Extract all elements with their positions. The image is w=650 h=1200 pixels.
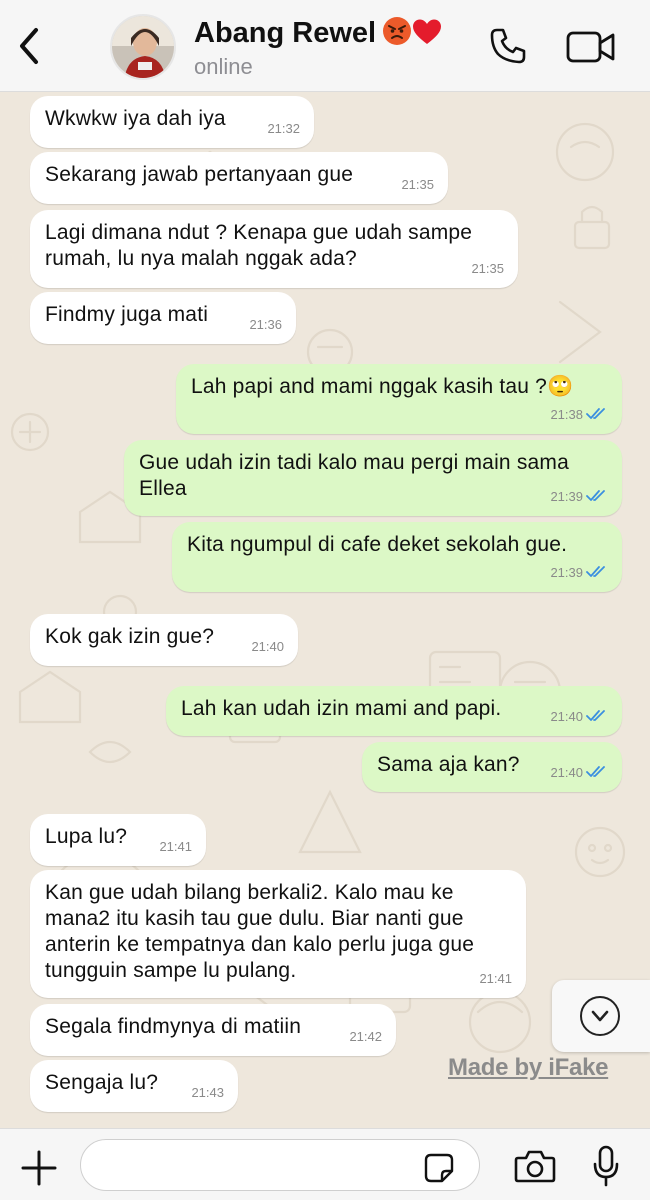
message-text: Lah papi and mami nggak kasih tau ?🙄: [191, 375, 574, 398]
message-meta: 21:40: [550, 704, 608, 730]
video-call-button[interactable]: [566, 30, 616, 64]
message-bubble-incoming[interactable]: Kok gak izin gue? 21:40: [30, 614, 298, 666]
microphone-button[interactable]: [592, 1145, 620, 1187]
message-text: Findmy juga mati: [45, 303, 209, 326]
watermark: Made by iFake: [448, 1054, 609, 1081]
video-camera-icon: [566, 31, 615, 63]
message-input[interactable]: [80, 1139, 480, 1191]
contact-avatar[interactable]: [110, 14, 176, 80]
microphone-icon: [593, 1145, 619, 1187]
chat-messages-area[interactable]: Wkwkw iya dah iya 21:32 Sekarang jawab p…: [0, 92, 650, 1128]
message-time: 21:42: [349, 1029, 382, 1044]
message-text: Sama aja kan?: [377, 753, 520, 776]
message-text: Wkwkw iya dah iya: [45, 107, 226, 130]
angry-face-emoji: [383, 17, 412, 45]
message-bubble-outgoing[interactable]: Kita ngumpul di cafe deket sekolah gue. …: [172, 522, 622, 592]
message-time: 21:40: [550, 765, 583, 780]
double-check-icon: [586, 566, 605, 577]
message-bubble-incoming[interactable]: Wkwkw iya dah iya 21:32: [30, 96, 314, 148]
message-time: 21:41: [479, 971, 512, 986]
chevron-left-icon: [20, 28, 38, 64]
message-time: 21:39: [550, 489, 583, 504]
message-text: Kan gue udah bilang berkali2. Kalo mau k…: [45, 881, 475, 982]
message-text: Kita ngumpul di cafe deket sekolah gue.: [187, 533, 568, 556]
message-bubble-incoming[interactable]: Segala findmynya di matiin 21:42: [30, 1004, 396, 1056]
message-bubble-outgoing[interactable]: Lah kan udah izin mami and papi. 21:40: [166, 686, 622, 736]
message-text: Lupa lu?: [45, 825, 128, 848]
message-text: Sengaja lu?: [45, 1071, 159, 1094]
back-button[interactable]: [14, 26, 46, 66]
message-time: 21:40: [550, 709, 583, 724]
double-check-icon: [586, 490, 605, 501]
message-bubble-incoming[interactable]: Sengaja lu? 21:43: [30, 1060, 238, 1112]
message-time: 21:38: [550, 407, 583, 422]
message-text: Segala findmynya di matiin: [45, 1015, 302, 1038]
chevron-down-circle-icon: [580, 996, 620, 1036]
double-check-icon: [586, 766, 605, 777]
double-check-icon: [586, 710, 605, 721]
message-bubble-outgoing[interactable]: Lah papi and mami nggak kasih tau ?🙄 21:…: [176, 364, 622, 434]
message-time: 21:43: [191, 1085, 224, 1100]
message-bubble-incoming[interactable]: Sekarang jawab pertanyaan gue 21:35: [30, 152, 448, 204]
message-time: 21:40: [251, 639, 284, 654]
message-text: Lagi dimana ndut ? Kenapa gue udah sampe…: [45, 221, 473, 270]
camera-icon: [514, 1150, 556, 1183]
voice-call-button[interactable]: [488, 26, 528, 66]
sticker-button[interactable]: [424, 1153, 454, 1183]
red-heart-emoji: [413, 19, 442, 44]
contact-status: online: [194, 54, 253, 79]
message-bubble-incoming[interactable]: Kan gue udah bilang berkali2. Kalo mau k…: [30, 870, 526, 998]
message-bubble-outgoing[interactable]: Sama aja kan? 21:40: [362, 742, 622, 792]
message-meta: 21:40: [550, 760, 608, 786]
message-text: Gue udah izin tadi kalo mau pergi main s…: [139, 451, 569, 500]
message-meta: 21:39: [550, 484, 608, 510]
message-time: 21:39: [550, 565, 583, 580]
message-bubble-incoming[interactable]: Lagi dimana ndut ? Kenapa gue udah sampe…: [30, 210, 518, 288]
message-text: Lah kan udah izin mami and papi.: [181, 697, 502, 720]
camera-button[interactable]: [514, 1149, 556, 1183]
chat-header: Abang Rewel online: [0, 0, 650, 92]
message-time: 21:41: [159, 839, 192, 854]
message-bubble-incoming[interactable]: Lupa lu? 21:41: [30, 814, 206, 866]
message-time: 21:32: [267, 121, 300, 136]
message-input-bar: [0, 1128, 650, 1200]
message-time: 21:35: [401, 177, 434, 192]
message-meta: 21:38: [550, 402, 608, 428]
scroll-to-bottom-button[interactable]: [552, 980, 650, 1052]
plus-icon: [21, 1150, 57, 1186]
message-time: 21:36: [249, 317, 282, 332]
message-text: Sekarang jawab pertanyaan gue: [45, 163, 354, 186]
double-check-icon: [586, 408, 605, 419]
message-text: Kok gak izin gue?: [45, 625, 215, 648]
message-time: 21:35: [471, 261, 504, 276]
message-bubble-outgoing[interactable]: Gue udah izin tadi kalo mau pergi main s…: [124, 440, 622, 516]
phone-icon: [490, 28, 526, 64]
attach-button[interactable]: [20, 1149, 58, 1187]
message-bubble-incoming[interactable]: Findmy juga mati 21:36: [30, 292, 296, 344]
contact-name[interactable]: Abang Rewel: [194, 16, 442, 50]
message-meta: 21:39: [550, 560, 608, 586]
sticker-icon: [424, 1153, 454, 1183]
contact-name-text: Abang Rewel: [194, 17, 377, 49]
